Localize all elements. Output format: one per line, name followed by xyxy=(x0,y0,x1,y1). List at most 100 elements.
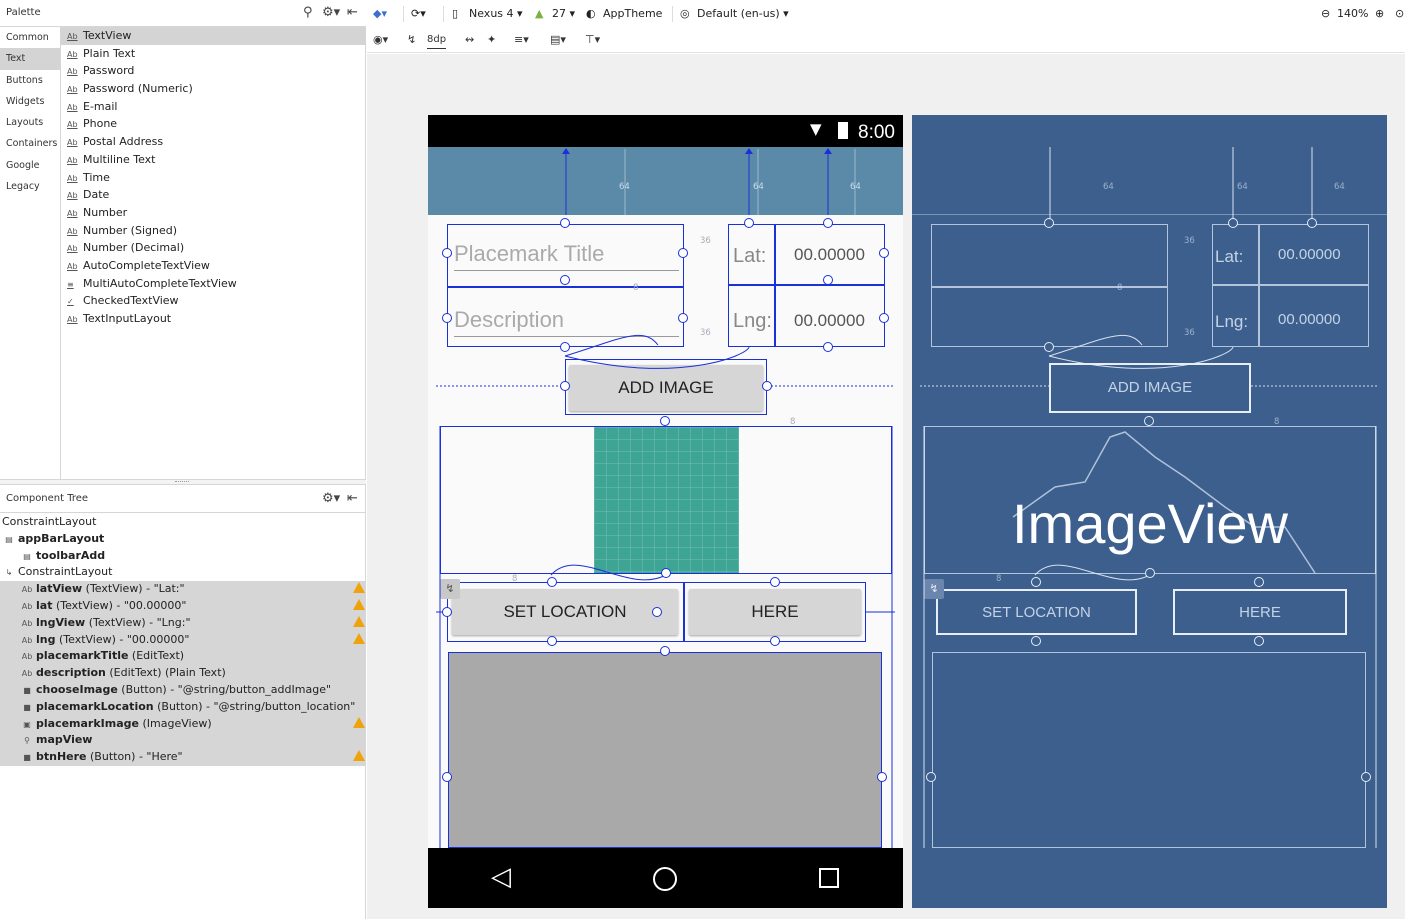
locale-selector[interactable]: Default (en-us) ▾ xyxy=(697,6,789,22)
anchor-handle[interactable] xyxy=(1361,772,1371,782)
warning-icon[interactable] xyxy=(353,632,365,644)
zoom-in-icon[interactable]: ⊕ xyxy=(1375,6,1384,22)
warning-icon[interactable] xyxy=(353,615,365,627)
anchor-handle[interactable] xyxy=(762,381,772,391)
set-location-button[interactable]: SET LOCATION xyxy=(452,589,678,635)
gear-icon[interactable]: ⚙▾ xyxy=(322,491,340,507)
search-icon[interactable]: ⚲ xyxy=(303,5,313,21)
palette-category[interactable]: Text xyxy=(0,48,60,70)
device-selector[interactable]: Nexus 4 ▾ xyxy=(469,6,523,22)
palette-item[interactable]: Ab Number (Signed) xyxy=(61,222,366,240)
warning-icon[interactable] xyxy=(353,598,365,610)
here-button[interactable]: HERE xyxy=(689,589,861,635)
recents-icon[interactable] xyxy=(819,868,839,888)
palette-item[interactable]: ✓ CheckedTextView xyxy=(61,292,366,310)
anchor-handle[interactable] xyxy=(547,577,557,587)
api-selector[interactable]: 27 ▾ xyxy=(552,6,575,22)
infer-constraints-icon[interactable]: ✦ xyxy=(487,32,496,48)
palette-category[interactable]: Common xyxy=(0,27,60,48)
pin-icon[interactable]: ⇤ xyxy=(347,5,358,21)
tree-row[interactable]: ConstraintLayout xyxy=(0,514,366,531)
anchor-handle[interactable] xyxy=(661,568,671,578)
pack-icon[interactable]: ≡▾ xyxy=(514,32,529,48)
tree-row[interactable]: Ab lat (TextView) - "00.00000" xyxy=(0,597,366,615)
anchor-handle[interactable] xyxy=(660,416,670,426)
lng-label-view[interactable]: Lng: xyxy=(728,285,775,347)
home-icon[interactable] xyxy=(653,867,677,891)
palette-category[interactable]: Widgets xyxy=(0,91,60,112)
default-margin-button[interactable]: 8dp xyxy=(427,32,447,49)
palette-category[interactable]: Legacy xyxy=(0,176,60,197)
palette-item[interactable]: Ab Number xyxy=(61,204,366,222)
tree-row[interactable]: ▣ placemarkImage (ImageView) xyxy=(0,715,366,733)
tree-row[interactable]: ⚲ mapView xyxy=(0,732,366,750)
warning-icon[interactable] xyxy=(353,716,365,728)
palette-item[interactable]: Ab TextInputLayout xyxy=(61,310,366,328)
anchor-handle[interactable] xyxy=(442,248,452,258)
palette-item[interactable]: Ab TextView xyxy=(61,27,366,45)
baseline-icon[interactable]: ↯ xyxy=(440,579,460,599)
anchor-handle[interactable] xyxy=(770,577,780,587)
map-view[interactable] xyxy=(448,652,882,848)
tree-row[interactable]: Ab lng (TextView) - "00.00000" xyxy=(0,631,366,649)
lat-label-view[interactable]: Lat: xyxy=(728,224,775,285)
anchor-handle[interactable] xyxy=(744,218,754,228)
anchor-handle[interactable] xyxy=(1254,577,1264,587)
warning-icon[interactable] xyxy=(353,582,365,594)
anchor-handle[interactable] xyxy=(660,646,670,656)
palette-item[interactable]: Ab Postal Address xyxy=(61,133,366,151)
zoom-fit-icon[interactable]: ⊙ xyxy=(1395,6,1404,22)
anchor-handle[interactable] xyxy=(560,218,570,228)
zoom-out-icon[interactable]: ⊖ xyxy=(1321,6,1330,22)
anchor-handle[interactable] xyxy=(560,342,570,352)
add-image-button[interactable]: ADD IMAGE xyxy=(569,365,763,411)
anchor-handle[interactable] xyxy=(879,248,889,258)
device-icon[interactable]: ▯ xyxy=(452,6,458,22)
tree-row[interactable]: Ab description (EditText) (Plain Text) xyxy=(0,665,366,682)
tree-row[interactable]: Ab latView (TextView) - "Lat:" xyxy=(0,581,366,598)
anchor-handle[interactable] xyxy=(823,218,833,228)
palette-item[interactable]: Ab AutoCompleteTextView xyxy=(61,257,366,275)
tree-row[interactable]: ↳ ConstraintLayout xyxy=(0,564,366,581)
palette-category[interactable]: Layouts xyxy=(0,112,60,133)
anchor-handle[interactable] xyxy=(823,275,833,285)
tree-row[interactable]: Ab lngView (TextView) - "Lng:" xyxy=(0,614,366,632)
anchor-handle[interactable] xyxy=(442,772,452,782)
baseline-icon[interactable]: ↯ xyxy=(924,579,944,599)
anchor-handle[interactable] xyxy=(1307,218,1317,228)
placemark-image[interactable] xyxy=(594,427,739,573)
clear-constraints-icon[interactable]: ↭ xyxy=(465,32,474,48)
back-icon[interactable]: ◁ xyxy=(491,862,511,892)
anchor-handle[interactable] xyxy=(678,313,688,323)
palette-item[interactable]: ≡ MultiAutoCompleteTextView xyxy=(61,275,366,293)
orientation-icon[interactable]: ⟳▾ xyxy=(411,6,426,22)
warning-icon[interactable] xyxy=(353,750,365,762)
palette-item[interactable]: Ab E-mail xyxy=(61,98,366,116)
lng-value-view[interactable]: 00.00000 xyxy=(775,285,885,347)
tree-row[interactable]: ▤ toolbarAdd xyxy=(0,548,366,565)
anchor-handle[interactable] xyxy=(442,607,452,617)
align-icon[interactable]: ▤▾ xyxy=(550,32,566,48)
description-field[interactable]: Description xyxy=(447,287,684,347)
palette-category[interactable]: Buttons xyxy=(0,70,60,91)
eye-icon[interactable]: ◉▾ xyxy=(373,32,388,48)
anchor-handle[interactable] xyxy=(1031,577,1041,587)
anchor-handle[interactable] xyxy=(442,313,452,323)
blueprint-surface[interactable]: 64 64 64 Lat: 00.00000 Lng: 00.00000 36 … xyxy=(912,115,1387,908)
anchor-handle[interactable] xyxy=(879,313,889,323)
palette-item[interactable]: Ab Password xyxy=(61,62,366,80)
palette-category[interactable]: Containers xyxy=(0,133,60,154)
anchor-handle[interactable] xyxy=(547,636,557,646)
anchor-handle[interactable] xyxy=(1044,342,1054,352)
anchor-handle[interactable] xyxy=(1031,636,1041,646)
palette-item[interactable]: Ab Plain Text xyxy=(61,45,366,63)
palette-category[interactable]: Google xyxy=(0,155,60,176)
guidelines-icon[interactable]: ⊤▾ xyxy=(585,32,600,48)
tree-row[interactable]: ■ btnHere (Button) - "Here" xyxy=(0,749,366,766)
anchor-handle[interactable] xyxy=(560,275,570,285)
palette-item[interactable]: Ab Multiline Text xyxy=(61,151,366,169)
app-bar[interactable]: 64 64 64 xyxy=(428,147,903,215)
tree-row[interactable]: Ab placemarkTitle (EditText) xyxy=(0,648,366,666)
anchor-handle[interactable] xyxy=(678,248,688,258)
tree-row[interactable]: ■ placemarkLocation (Button) - "@string/b… xyxy=(0,698,366,716)
